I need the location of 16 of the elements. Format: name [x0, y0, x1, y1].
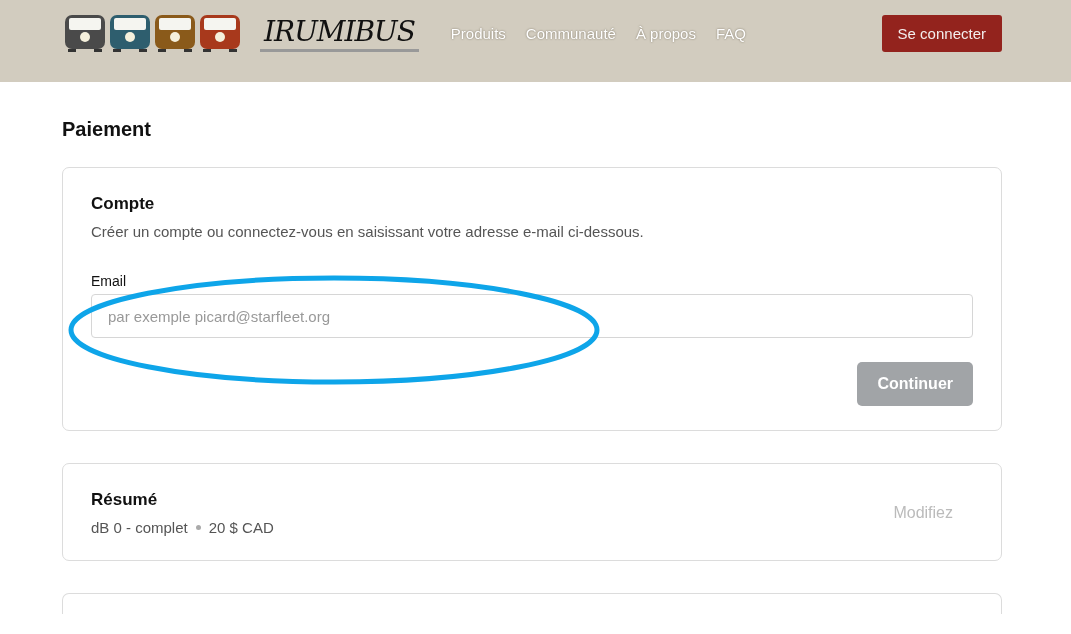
- card-title: Compte: [91, 194, 156, 214]
- product-price: 20 $ CAD: [208, 519, 274, 536]
- email-field[interactable]: par exemple picard@starfleet.org: [91, 294, 973, 338]
- field-label: Email: [91, 273, 127, 289]
- nav-link[interactable]: Communauté: [525, 24, 616, 42]
- login-button[interactable]: Se connecter: [881, 14, 1002, 52]
- card-title: Résumé: [91, 490, 159, 510]
- brand-logo[interactable]: IRUMIBUS: [260, 14, 419, 52]
- nav-link[interactable]: À propos: [635, 24, 696, 42]
- edit-link[interactable]: Modifiez: [893, 504, 953, 522]
- separator-dot: [195, 525, 201, 530]
- nav-link[interactable]: FAQ: [715, 24, 746, 42]
- page-title: Paiement: [62, 118, 152, 141]
- card-description: Créer un compte ou connectez-vous en saisissant votre adresse e-mail ci-dessous.: [91, 223, 645, 240]
- product-name: dB 0 - complet: [91, 519, 188, 536]
- nav-link[interactable]: Produits: [450, 24, 506, 42]
